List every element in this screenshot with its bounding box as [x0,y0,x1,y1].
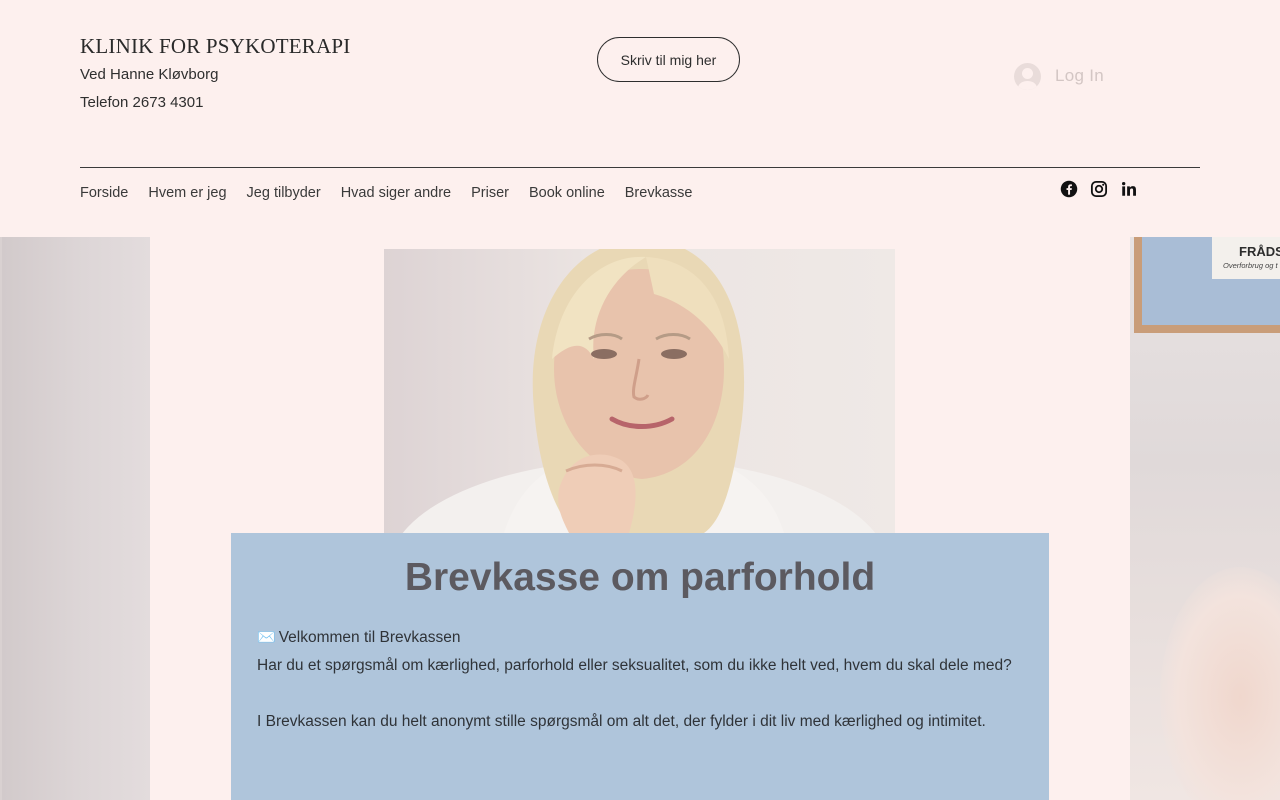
site-title[interactable]: KLINIK FOR PSYKOTERAPI [80,34,350,59]
social-bar [1060,180,1138,198]
main-nav: Forside Hvem er jeg Jeg tilbyder Hvad si… [80,185,692,201]
envelope-icon: ✉️ [257,629,276,646]
therapist-portrait [384,249,895,533]
hero-section: FRÅDSE Overforbrug og t Brevkasse om parf… [0,237,1280,800]
nav-item-forside[interactable]: Forside [80,185,128,201]
mailbox-panel: Brevkasse om parforhold ✉️ Velkommen til … [231,533,1049,800]
portrait-illustration [402,249,876,533]
poster-subtitle: Overforbrug og t [1223,261,1278,270]
nav-item-priser[interactable]: Priser [471,185,509,201]
poster-label: FRÅDSE Overforbrug og t [1212,237,1280,279]
nav-item-hvem-er-jeg[interactable]: Hvem er jeg [148,185,226,201]
user-avatar-icon [1014,62,1041,90]
nav-item-jeg-tilbyder[interactable]: Jeg tilbyder [247,185,321,201]
intro-paragraph: Har du et spørgsmål om kærlighed, parfor… [257,657,1012,674]
nav-item-hvad-siger-andre[interactable]: Hvad siger andre [341,185,451,201]
page-heading: Brevkasse om parforhold [404,556,876,599]
login-label: Log In [1055,66,1105,85]
nav-item-book-online[interactable]: Book online [529,185,605,201]
phone-number: Telefon 2673 4301 [80,94,204,111]
nav-item-brevkasse[interactable]: Brevkasse [625,185,693,201]
welcome-text: Velkommen til Brevkassen [278,629,461,646]
instagram-icon[interactable] [1090,180,1108,198]
site-header: KLINIK FOR PSYKOTERAPI Ved Hanne Kløvbor… [0,0,1280,237]
anonymous-paragraph: I Brevkassen kan du helt anonymt stille … [257,713,986,730]
facebook-icon[interactable] [1060,180,1078,198]
login-button[interactable]: Log In [1014,60,1104,92]
poster-title: FRÅDSE [1239,244,1280,259]
linkedin-icon[interactable] [1120,180,1138,198]
write-to-me-button[interactable]: Skriv til mig her [597,37,740,82]
header-divider [80,167,1200,168]
welcome-line: ✉️ Velkommen til Brevkassen [257,624,1027,652]
therapist-name: Ved Hanne Kløvborg [80,66,219,83]
background-photo-left [2,237,150,800]
